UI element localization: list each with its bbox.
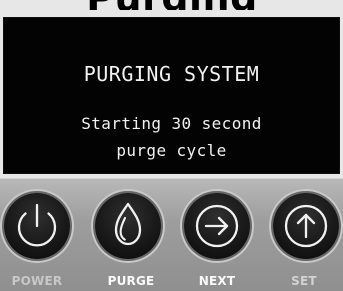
- screen-title: PURGING SYSTEM: [83, 62, 260, 86]
- power-icon: [17, 203, 57, 247]
- next-button[interactable]: [184, 193, 250, 259]
- status-line-1: Starting 30 second: [81, 114, 262, 133]
- arrow-right-icon: [195, 204, 239, 248]
- power-button[interactable]: [4, 193, 70, 259]
- status-line-2: purge cycle: [116, 141, 227, 160]
- set-button[interactable]: [273, 193, 339, 259]
- water-drop-icon: [114, 202, 142, 246]
- next-label: NEXT: [198, 274, 236, 288]
- purging-controller: Purging PURGING SYSTEM Starting 30 secon…: [0, 0, 343, 291]
- partial-heading: Purging: [20, 0, 324, 10]
- power-label: POWER: [11, 274, 63, 288]
- lcd-display: PURGING SYSTEM Starting 30 second purge …: [3, 17, 340, 174]
- purge-button[interactable]: [95, 193, 161, 259]
- set-label: SET: [291, 274, 317, 288]
- purge-label: PURGE: [107, 274, 155, 288]
- arrow-up-icon: [284, 204, 328, 248]
